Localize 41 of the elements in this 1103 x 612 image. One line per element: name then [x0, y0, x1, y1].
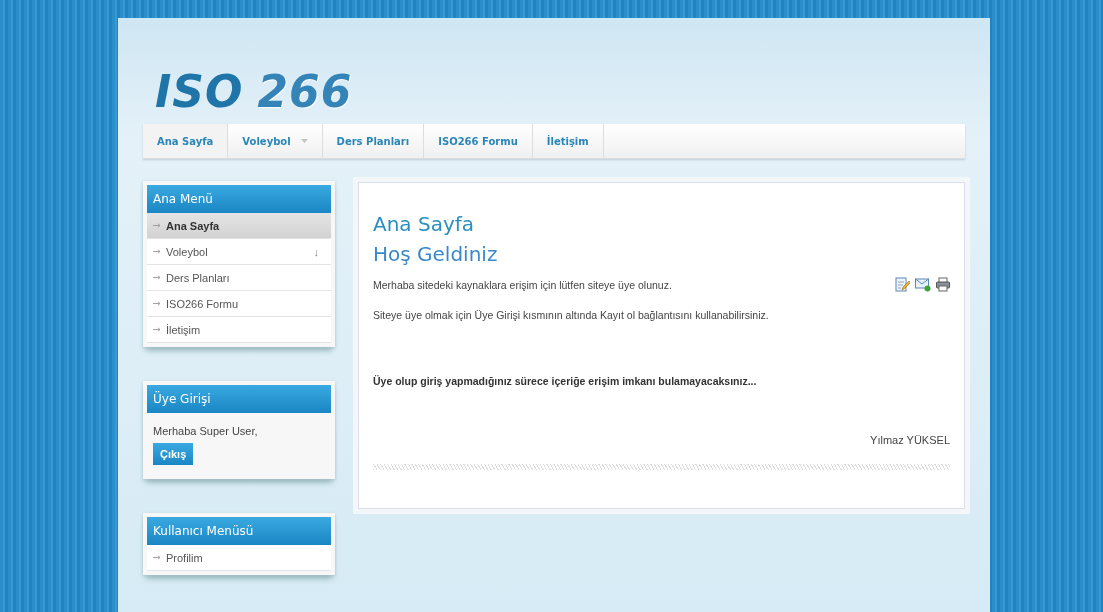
nav-tab[interactable]: Ana Sayfa	[143, 124, 229, 158]
arrow-icon	[153, 555, 161, 560]
expand-toggle[interactable]: ↓	[313, 245, 325, 258]
nav-tab[interactable]: Voleybol	[228, 124, 323, 158]
module-title: Kullanıcı Menüsü	[147, 517, 331, 545]
signature: Yılmaz YÜKSEL	[870, 434, 950, 446]
arrow-icon	[153, 223, 161, 228]
logout-button[interactable]: Çıkış	[153, 443, 194, 465]
module-title: Ana Menü	[147, 185, 331, 213]
arrow-icon	[153, 275, 161, 280]
paragraph: Merhaba sitedeki kaynaklara erişim için lütfen siteye üye olunuz.	[373, 277, 672, 292]
menu-item[interactable]: Ders Planları	[147, 265, 331, 291]
module-title: Üye Girişi	[147, 385, 331, 413]
menu-label: Ana Sayfa	[166, 219, 221, 232]
page-title: Ana Sayfa	[373, 211, 476, 238]
menu-item[interactable]: Voleybol ↓	[147, 239, 331, 265]
menu-item[interactable]: İletişim	[147, 317, 331, 343]
nav-tab[interactable]: ISO266 Formu	[424, 124, 533, 158]
caret-icon	[300, 139, 308, 143]
menu-label: Ders Planları	[166, 271, 231, 284]
greeting-text: Merhaba Super User,	[153, 425, 258, 437]
logo-text: 266	[257, 66, 353, 118]
nav-tab[interactable]: İletişim	[532, 124, 604, 158]
arrow-icon	[153, 327, 161, 332]
email-icon[interactable]	[915, 277, 931, 292]
menu-item[interactable]: Ana Sayfa	[147, 213, 331, 239]
arrow-icon	[153, 301, 161, 306]
menu-label: Profilim	[166, 551, 204, 564]
logo-text: ISO	[155, 66, 244, 118]
nav-tab[interactable]: Ders Planları	[322, 124, 425, 158]
edit-icon[interactable]	[895, 277, 910, 292]
print-icon[interactable]	[936, 277, 950, 292]
article-heading: Hoş Geldiniz	[373, 241, 499, 268]
menu-label: Voleybol	[166, 245, 209, 258]
menu-item[interactable]: Profilim	[147, 545, 331, 571]
paragraph: Siteye üye olmak için Üye Girişi kısmının altında Kayıt ol bağlantısını kullanabilirsiniz.	[373, 308, 770, 322]
paragraph: Üye olup giriş yapmadığınız sürece içeriğe erişim imkanı bulamayacaksınız...	[373, 374, 758, 388]
menu-label: ISO266 Formu	[166, 297, 240, 310]
menu-label: İletişim	[166, 323, 202, 336]
menu-item[interactable]: ISO266 Formu	[147, 291, 331, 317]
arrow-icon	[153, 249, 161, 254]
